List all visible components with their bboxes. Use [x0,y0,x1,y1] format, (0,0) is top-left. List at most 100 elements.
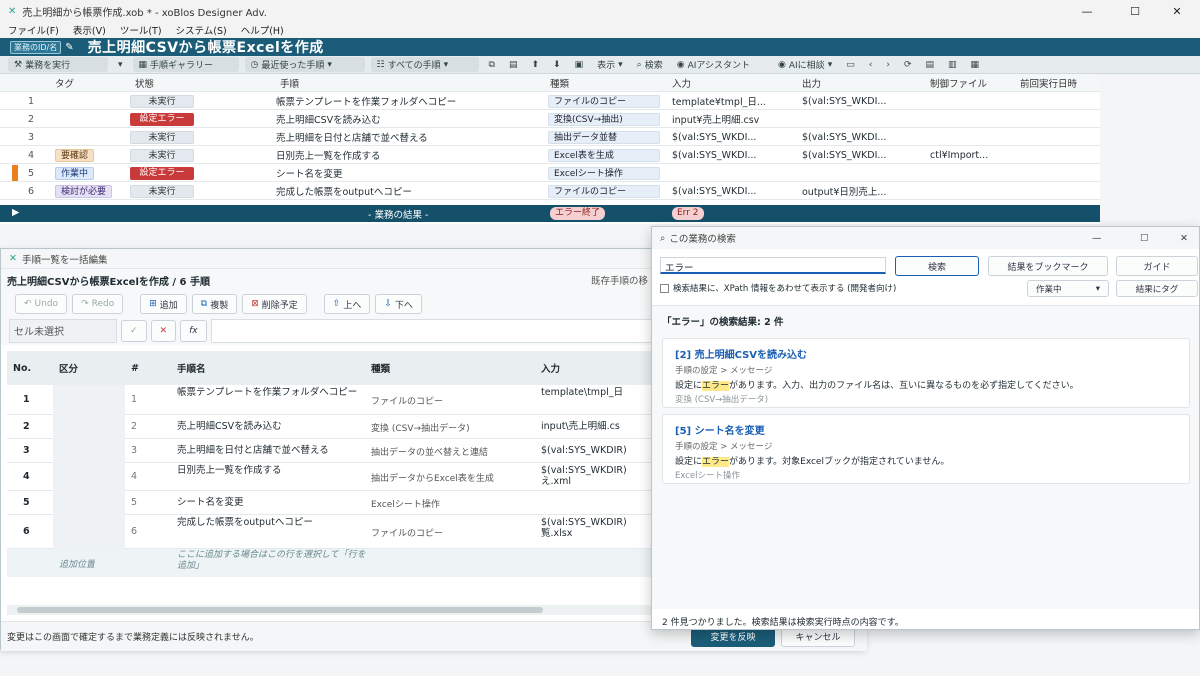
table-row[interactable]: 5 5 シート名を変更 Excelシート操作 [7,491,653,515]
step-output[interactable]: $(val:SYS_WKDI... [802,92,926,110]
col-type[interactable]: 種類 [550,74,569,92]
move-down-button[interactable]: ⇩ 下へ [375,294,422,314]
table-row[interactable]: 4 要確認 未実行 日別売上一覧を作成する Excel表を生成 $(val:SYS_WKD… [0,146,1100,164]
gallery-button[interactable]: ▦ 手順ギャラリー [132,57,239,72]
step-name-cell[interactable]: 日別売上一覧を作成する [177,465,365,476]
xpath-checkbox[interactable] [660,283,669,293]
type-cell[interactable]: 抽出データからExcel表を生成 [371,471,494,484]
delete-button[interactable]: ⊠ 削除予定 [242,294,307,314]
step-name-cell[interactable]: シート名を変更 [177,497,365,508]
refresh-icon[interactable]: ⟳ [900,57,916,72]
type-cell[interactable]: ファイルのコピー [371,394,443,407]
col-input[interactable]: 入力 [672,74,691,92]
category-cell[interactable] [53,491,125,515]
menu-file[interactable]: ファイル(F) [8,23,59,37]
display-button[interactable]: 表示 ▾ [593,57,627,72]
table-row[interactable]: 4 4 日別売上一覧を作成する 抽出データからExcel表を生成 $(val:SYS_W… [7,463,653,491]
tag-select[interactable]: 作業中 ▾ [1027,280,1109,297]
step-output[interactable]: $(val:SYS_WKDI... [802,146,926,164]
category-cell[interactable] [53,439,125,463]
step-input[interactable]: $(val:SYS_WKDI... [672,146,796,164]
tag-badge[interactable]: 検討が必要 [55,184,113,198]
run-job-button[interactable]: ⚒ 業務を実行 [8,57,108,72]
col-output[interactable]: 出力 [802,74,821,92]
ed-col-index[interactable]: # [131,359,139,377]
more-icon[interactable]: ▾ [114,57,127,72]
step-name[interactable]: 日別売上一覧を作成する [276,146,381,164]
tag-badge[interactable]: 要確認 [55,148,95,162]
table-row[interactable]: 1 未実行 帳票テンプレートを作業フォルダへコピー ファイルのコピー template¥… [0,92,1100,110]
add-button[interactable]: ⊞ 追加 [140,294,187,314]
recent-steps-dropdown[interactable]: ◷ 最近使った手順 ▾ [244,57,365,72]
step-control[interactable]: ctl¥Import... [930,146,1016,164]
step-name-cell[interactable]: 完成した帳票をoutputへコピー [177,517,365,528]
delete-icon[interactable]: ▣ [571,57,588,72]
search-submit-button[interactable]: 検索 [895,256,979,276]
add-position-row[interactable]: 追加位置 ここに追加する場合はこの行を選択して「行を追加」 [7,549,653,577]
table-row[interactable]: 1 1 帳票テンプレートを作業フォルダへコピー ファイルのコピー template\tm… [7,385,653,415]
redo-button[interactable]: ↷ Redo [72,294,124,314]
menu-help[interactable]: ヘルプ(H) [241,23,284,37]
ed-col-type[interactable]: 種類 [371,359,390,377]
search-result-card[interactable]: [2] 売上明細CSVを読み込む 手順の設定 > メッセージ 設定にエラーがあります… [662,338,1190,408]
formula-icon[interactable]: fx [180,320,207,342]
step-name-cell[interactable]: 売上明細CSVを読み込む [177,421,365,432]
table-row[interactable]: 5 作業中 設定エラー シート名を変更 Excelシート操作 [0,164,1100,182]
maximize-button[interactable]: ☐ [1140,233,1149,244]
step-input[interactable]: input¥売上明細.csv [672,110,796,128]
table-row[interactable]: 3 未実行 売上明細を日付と店舗で並べ替える 抽出データ並替 $(val:SYS_WKD… [0,128,1100,146]
close-button[interactable]: ✕ [1180,233,1188,244]
minimize-button[interactable]: — [1092,233,1102,244]
tag-results-button[interactable]: 結果にタグ [1116,280,1198,297]
result-title[interactable]: [5] シート名を変更 [675,422,1177,437]
undo-button[interactable]: ↶ Undo [15,294,68,314]
arrow-down-icon[interactable]: ⬇ [549,57,565,72]
scrollbar-thumb[interactable] [17,607,543,613]
maximize-button[interactable]: ☐ [1112,0,1158,22]
duplicate-button[interactable]: ⧉ 複製 [191,294,238,314]
step-input[interactable]: template¥tmpl_日... [672,92,796,110]
col-control[interactable]: 制御ファイル [930,74,987,92]
col-status[interactable]: 状態 [135,74,154,92]
bookmark-results-button[interactable]: 結果をブックマーク [988,256,1108,276]
table-row[interactable]: 6 検討が必要 未実行 完成した帳票をoutputへコピー ファイルのコピー $(val:… [0,182,1100,200]
search-button[interactable]: ⌕ 検索 [633,57,667,72]
tag-badge[interactable]: 作業中 [55,166,95,180]
step-output[interactable]: output¥日別売上... [802,182,926,200]
guide-button[interactable]: ガイド [1116,256,1198,276]
arrow-up-icon[interactable]: ⬆ [527,57,543,72]
step-name[interactable]: 売上明細を日付と店舗で並べ替える [276,128,428,146]
ed-col-name[interactable]: 手順名 [177,359,206,377]
minimize-button[interactable]: — [1064,0,1110,22]
paste-icon[interactable]: ▤ [505,57,522,72]
step-input[interactable]: $(val:SYS_WKDI... [672,128,796,146]
type-cell[interactable]: 変換 (CSV→抽出データ) [371,421,470,434]
type-cell[interactable]: Excelシート操作 [371,497,440,510]
layout-3-icon[interactable]: ▦ [967,57,984,72]
category-cell[interactable] [53,415,125,439]
step-name-cell[interactable]: 売上明細を日付と店舗で並べ替える [177,445,365,456]
menu-view[interactable]: 表示(V) [73,23,106,37]
layout-1-icon[interactable]: ▤ [922,57,939,72]
bookmark-icon[interactable]: ▭ [842,57,859,72]
step-output[interactable] [802,164,926,182]
all-steps-dropdown[interactable]: ☷ すべての手順 ▾ [370,57,479,72]
step-name-cell[interactable]: 帳票テンプレートを作業フォルダへコピー [177,387,365,398]
col-last-run[interactable]: 前回実行日時 [1020,74,1077,92]
prev-icon[interactable]: ‹ [865,57,877,72]
search-result-card[interactable]: [5] シート名を変更 手順の設定 > メッセージ 設定にエラーがあります。対象Ex… [662,414,1190,484]
table-row[interactable]: 2 設定エラー 売上明細CSVを読み込む 変換(CSV→抽出) input¥売上明細.c… [0,110,1100,128]
input-cell[interactable]: $(val:SYS_WKDIR) え.xml [541,465,653,487]
search-input[interactable]: エラー [660,257,886,274]
step-input[interactable]: $(val:SYS_WKDI... [672,182,796,200]
layout-2-icon[interactable]: ▥ [944,57,961,72]
job-id-tag[interactable]: 業務のID/名 [10,40,62,54]
step-control[interactable] [930,128,1016,146]
col-tag[interactable]: タグ [55,74,74,92]
expand-icon[interactable]: ▶ [12,207,19,218]
horizontal-scrollbar[interactable] [7,605,653,615]
menu-tools[interactable]: ツール(T) [120,23,162,37]
step-name[interactable]: 帳票テンプレートを作業フォルダへコピー [276,92,456,110]
col-step[interactable]: 手順 [280,74,299,92]
step-control[interactable] [930,164,1016,182]
